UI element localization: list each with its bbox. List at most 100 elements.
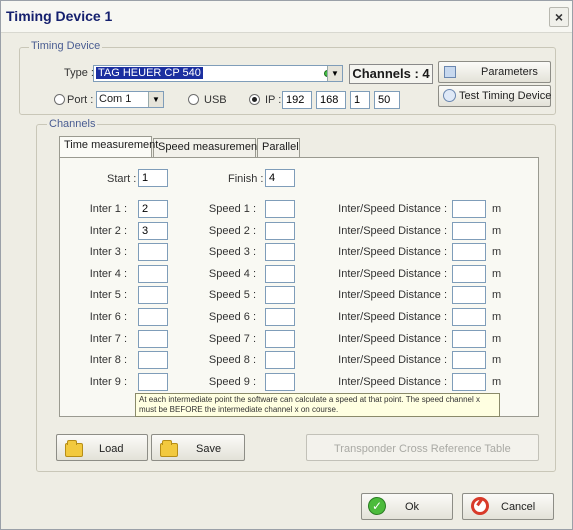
- distance-label: Inter/Speed Distance :: [338, 268, 447, 280]
- distance-unit: m: [492, 246, 502, 258]
- speed-label: Speed 9 :: [208, 376, 256, 388]
- type-label: Type :: [64, 67, 94, 79]
- window-title: Timing Device 1: [6, 8, 113, 24]
- inter-field[interactable]: [138, 351, 168, 369]
- ip-octet-3[interactable]: 1: [350, 91, 370, 109]
- finish-field[interactable]: 4: [265, 169, 295, 187]
- inter-label: Inter 1 :: [89, 203, 127, 215]
- chevron-down-icon[interactable]: ▼: [327, 66, 342, 81]
- ok-button[interactable]: ✓ Ok: [361, 493, 453, 520]
- distance-label: Inter/Speed Distance :: [338, 289, 447, 301]
- inter-label: Inter 9 :: [89, 376, 127, 388]
- port-select[interactable]: Com 1 ▼: [96, 91, 164, 108]
- inter-field[interactable]: 3: [138, 222, 168, 240]
- distance-field[interactable]: [452, 373, 486, 391]
- start-field[interactable]: 1: [138, 169, 168, 187]
- type-select[interactable]: TAG HEUER CP 540 ▼: [93, 65, 343, 82]
- distance-unit: m: [492, 354, 502, 366]
- distance-field[interactable]: [452, 243, 486, 261]
- title-bar: Timing Device 1 ×: [1, 1, 572, 33]
- save-label: Save: [196, 443, 222, 455]
- save-folder-icon: [160, 440, 178, 457]
- port-label: Port :: [67, 94, 94, 106]
- distance-field[interactable]: [452, 222, 486, 240]
- timing-device-legend: Timing Device: [29, 40, 103, 52]
- chevron-down-icon[interactable]: ▼: [148, 92, 163, 107]
- port-value: Com 1: [99, 93, 132, 105]
- ip-octet-2[interactable]: 168: [316, 91, 346, 109]
- speed-field[interactable]: [265, 308, 295, 326]
- check-icon: ✓: [368, 497, 386, 515]
- transponder-label: Transponder Cross Reference Table: [334, 443, 511, 455]
- inter-field[interactable]: [138, 286, 168, 304]
- tab-speed-measurement[interactable]: Speed measurement: [153, 138, 260, 157]
- load-button[interactable]: Load: [56, 434, 148, 461]
- speed-field[interactable]: [265, 351, 295, 369]
- speed-field[interactable]: [265, 243, 295, 261]
- distance-unit: m: [492, 376, 502, 388]
- speed-label: Speed 7 :: [208, 333, 256, 345]
- inter-field[interactable]: 2: [138, 200, 168, 218]
- ip-radio[interactable]: [249, 94, 260, 105]
- ip-octet-1[interactable]: 192: [282, 91, 312, 109]
- test-timing-device-button[interactable]: Test Timing Device: [438, 85, 551, 107]
- speed-field[interactable]: [265, 265, 295, 283]
- inter-label: Inter 3 :: [89, 246, 127, 258]
- speed-field[interactable]: [265, 330, 295, 348]
- finish-label: Finish :: [228, 173, 264, 185]
- distance-label: Inter/Speed Distance :: [338, 376, 447, 388]
- test-timing-device-label: Test Timing Device: [459, 90, 552, 102]
- inter-field[interactable]: [138, 308, 168, 326]
- distance-unit: m: [492, 333, 502, 345]
- speed-label: Speed 2 :: [208, 225, 256, 237]
- inter-label: Inter 4 :: [89, 268, 127, 280]
- inter-field[interactable]: [138, 330, 168, 348]
- save-button[interactable]: Save: [151, 434, 245, 461]
- distance-field[interactable]: [452, 351, 486, 369]
- distance-field[interactable]: [452, 265, 486, 283]
- cancel-button[interactable]: Cancel: [462, 493, 554, 520]
- speed-label: Speed 6 :: [208, 311, 256, 323]
- distance-field[interactable]: [452, 308, 486, 326]
- test-icon: [443, 89, 456, 102]
- parameters-icon: [444, 66, 456, 78]
- inter-field[interactable]: [138, 373, 168, 391]
- speed-label: Speed 3 :: [208, 246, 256, 258]
- usb-radio[interactable]: [188, 94, 199, 105]
- speed-field[interactable]: [265, 373, 295, 391]
- channels-legend: Channels: [47, 118, 98, 130]
- distance-unit: m: [492, 225, 502, 237]
- parameters-label: Parameters: [481, 66, 538, 78]
- ip-octet-4[interactable]: 50: [374, 91, 400, 109]
- distance-field[interactable]: [452, 286, 486, 304]
- inter-label: Inter 7 :: [89, 333, 127, 345]
- distance-field[interactable]: [452, 330, 486, 348]
- cancel-icon: [471, 497, 489, 515]
- type-value: TAG HEUER CP 540: [96, 67, 203, 79]
- cancel-label: Cancel: [501, 501, 536, 513]
- tab-time-measurement[interactable]: Time measurement: [59, 136, 158, 157]
- tab-parallel[interactable]: Parallel: [257, 138, 300, 157]
- distance-unit: m: [492, 203, 502, 215]
- inter-label: Inter 5 :: [89, 289, 127, 301]
- distance-unit: m: [492, 289, 502, 301]
- port-radio[interactable]: [54, 94, 65, 105]
- speed-field[interactable]: [265, 200, 295, 218]
- speed-field[interactable]: [265, 286, 295, 304]
- distance-label: Inter/Speed Distance :: [338, 333, 447, 345]
- distance-label: Inter/Speed Distance :: [338, 203, 447, 215]
- ip-label: IP :: [265, 94, 282, 106]
- speed-hint-tooltip: At each intermediate point the software …: [135, 393, 500, 417]
- inter-field[interactable]: [138, 243, 168, 261]
- distance-label: Inter/Speed Distance :: [338, 225, 447, 237]
- parameters-button[interactable]: Parameters: [438, 61, 551, 83]
- distance-field[interactable]: [452, 200, 486, 218]
- speed-field[interactable]: [265, 222, 295, 240]
- ok-label: Ok: [405, 501, 420, 513]
- close-icon[interactable]: ×: [549, 7, 569, 27]
- inter-field[interactable]: [138, 265, 168, 283]
- load-label: Load: [99, 443, 124, 455]
- speed-label: Speed 1 :: [208, 203, 256, 215]
- inter-label: Inter 8 :: [89, 354, 127, 366]
- transponder-cross-reference-button[interactable]: Transponder Cross Reference Table: [306, 434, 539, 461]
